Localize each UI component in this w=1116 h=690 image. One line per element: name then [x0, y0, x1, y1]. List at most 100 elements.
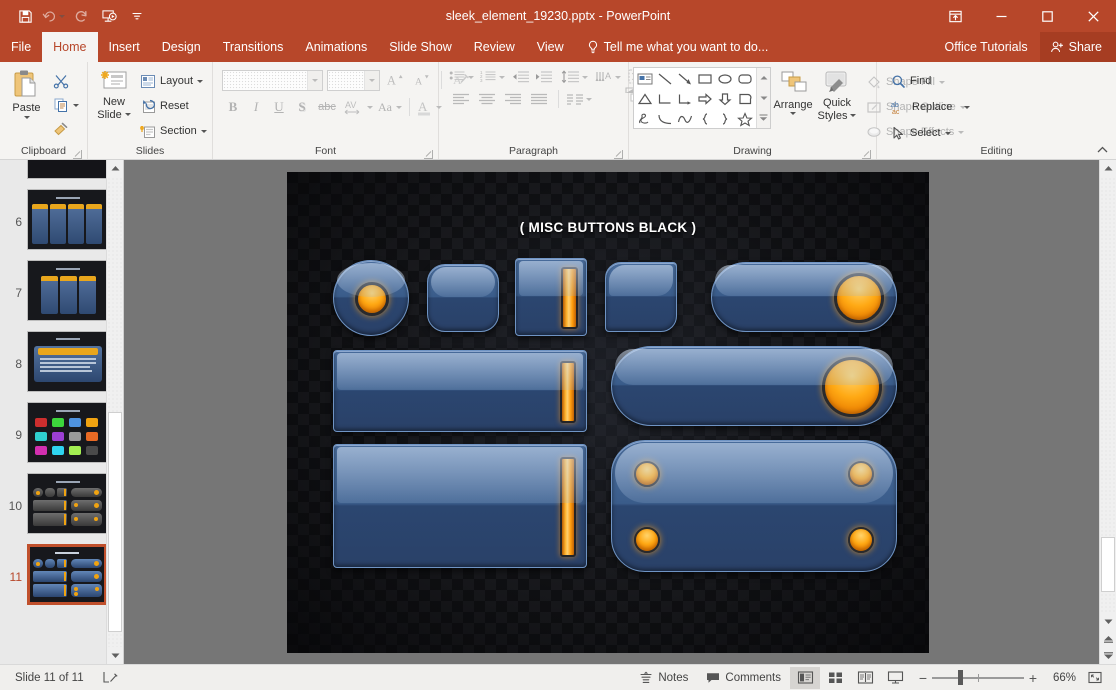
- font-size-combo[interactable]: [327, 69, 380, 91]
- change-case-caret-icon[interactable]: [396, 105, 402, 109]
- character-spacing-caret-icon[interactable]: [367, 105, 373, 109]
- shape-down-arrow-icon[interactable]: [715, 89, 735, 109]
- thumbnail-image[interactable]: [27, 160, 107, 179]
- align-right-icon[interactable]: [501, 93, 525, 106]
- shape-arrow-icon[interactable]: [675, 69, 695, 89]
- copy-button[interactable]: [49, 94, 83, 116]
- slide-canvas[interactable]: ( MISC BUTTONS BLACK ): [124, 160, 1116, 664]
- replace-button[interactable]: ab ac Replace: [887, 96, 974, 118]
- tall-bar-button[interactable]: [333, 444, 587, 568]
- tab-transitions[interactable]: Transitions: [212, 32, 295, 62]
- slide-counter[interactable]: Slide 11 of 11: [6, 667, 93, 689]
- thumbnail-scroll-up-button[interactable]: [107, 160, 123, 177]
- asymmetric-corner-button[interactable]: [605, 262, 677, 332]
- thumbnail-image[interactable]: [27, 189, 107, 250]
- zoom-handle[interactable]: [958, 670, 963, 685]
- shape-oval-icon[interactable]: [715, 69, 735, 89]
- shape-scribble-icon[interactable]: [635, 109, 655, 129]
- paste-dropdown-caret-icon[interactable]: [23, 116, 30, 119]
- character-spacing-button[interactable]: AV: [341, 96, 375, 118]
- shapes-more-button[interactable]: [757, 108, 770, 128]
- thumbnail-scrollbar[interactable]: [106, 160, 123, 664]
- thumbnail-image[interactable]: [27, 331, 107, 392]
- tell-me-search[interactable]: Tell me what you want to do...: [575, 32, 779, 62]
- shape-rounded-rect-icon[interactable]: [735, 69, 755, 89]
- normal-view-button[interactable]: [790, 666, 820, 689]
- italic-button[interactable]: I: [245, 96, 267, 118]
- start-presentation-icon[interactable]: [96, 4, 122, 28]
- align-left-icon[interactable]: [449, 93, 473, 106]
- tab-file[interactable]: File: [0, 32, 42, 62]
- change-case-button[interactable]: Aa: [376, 96, 404, 118]
- line-spacing-icon[interactable]: [561, 70, 580, 84]
- previous-slide-button[interactable]: [1100, 630, 1116, 647]
- account-name[interactable]: Office Tutorials: [933, 32, 1040, 62]
- thumbnail-scroll-track[interactable]: [107, 177, 123, 647]
- shape-right-arrow-icon[interactable]: [695, 89, 715, 109]
- line-spacing-caret-icon[interactable]: [582, 75, 588, 79]
- quick-styles-caret-icon[interactable]: [850, 114, 857, 117]
- justify-icon[interactable]: [527, 93, 551, 106]
- thumbnail-image[interactable]: [27, 260, 107, 321]
- text-shadow-button[interactable]: S: [291, 96, 313, 118]
- text-direction-icon[interactable]: A: [595, 70, 613, 84]
- tab-review[interactable]: Review: [463, 32, 526, 62]
- shapes-scroll-up-button[interactable]: [757, 68, 770, 88]
- decrease-indent-icon[interactable]: [512, 70, 530, 84]
- bold-button[interactable]: B: [222, 96, 244, 118]
- arrange-caret-icon[interactable]: [790, 112, 796, 115]
- underline-button[interactable]: U: [268, 96, 290, 118]
- thumbnail-image-selected[interactable]: [27, 544, 107, 605]
- shape-curve-icon[interactable]: [655, 109, 675, 129]
- shape-rectangle-icon[interactable]: [695, 69, 715, 89]
- tab-view[interactable]: View: [526, 32, 575, 62]
- pill-led-button[interactable]: [711, 262, 897, 332]
- canvas-scroll-thumb[interactable]: [1101, 537, 1115, 592]
- tab-insert[interactable]: Insert: [98, 32, 151, 62]
- shape-triangle-icon[interactable]: [635, 89, 655, 109]
- undo-icon[interactable]: [40, 4, 66, 28]
- increase-font-size-button[interactable]: A: [384, 69, 407, 91]
- shape-textbox-icon[interactable]: [635, 69, 655, 89]
- next-slide-button[interactable]: [1100, 647, 1116, 664]
- font-dialog-launcher-icon[interactable]: [423, 147, 434, 159]
- tab-animations[interactable]: Animations: [294, 32, 378, 62]
- zoom-out-button[interactable]: −: [914, 670, 932, 686]
- shape-line-icon[interactable]: [655, 69, 675, 89]
- new-slide-button[interactable]: New Slide: [92, 67, 136, 123]
- layout-button[interactable]: Layout: [136, 70, 211, 92]
- shape-flowchart-icon[interactable]: [735, 89, 755, 109]
- tab-home[interactable]: Home: [42, 32, 98, 62]
- slide-sorter-view-button[interactable]: [820, 667, 850, 689]
- zoom-slider[interactable]: − +: [914, 667, 1042, 689]
- customize-qat-icon[interactable]: [124, 4, 150, 28]
- thumbnail-scroll-down-button[interactable]: [107, 647, 123, 664]
- slide-title-text[interactable]: ( MISC BUTTONS BLACK ): [287, 220, 929, 235]
- zoom-in-button[interactable]: +: [1024, 670, 1042, 686]
- minimize-icon[interactable]: [978, 0, 1024, 32]
- ribbon-display-options-icon[interactable]: [932, 0, 978, 32]
- comments-button[interactable]: Comments: [697, 667, 790, 689]
- paragraph-dialog-launcher-icon[interactable]: [613, 147, 624, 159]
- canvas-scroll-track[interactable]: [1100, 177, 1116, 613]
- save-icon[interactable]: [12, 4, 38, 28]
- canvas-scroll-up-button[interactable]: [1100, 160, 1116, 177]
- redo-icon[interactable]: [68, 4, 94, 28]
- shape-elbow-arrow-icon[interactable]: [675, 89, 695, 109]
- thumbnail-image[interactable]: [27, 402, 107, 463]
- shapes-gallery[interactable]: [633, 67, 771, 129]
- format-painter-button[interactable]: [49, 118, 83, 140]
- shape-left-brace-icon[interactable]: [695, 109, 715, 129]
- spell-check-icon[interactable]: [93, 667, 128, 689]
- font-size-caret-icon[interactable]: [364, 70, 379, 90]
- close-icon[interactable]: [1070, 0, 1116, 32]
- copy-dropdown-caret-icon[interactable]: [73, 103, 79, 107]
- fit-to-window-button[interactable]: [1080, 667, 1110, 689]
- clipboard-dialog-launcher-icon[interactable]: [72, 147, 83, 159]
- slide-surface[interactable]: ( MISC BUTTONS BLACK ): [287, 172, 929, 653]
- shape-freeform-icon[interactable]: [675, 109, 695, 129]
- select-caret-icon[interactable]: [944, 131, 951, 135]
- font-name-combo[interactable]: [222, 69, 323, 91]
- decrease-font-size-button[interactable]: A: [411, 69, 434, 91]
- thumbnail-scroll-thumb[interactable]: [108, 412, 122, 632]
